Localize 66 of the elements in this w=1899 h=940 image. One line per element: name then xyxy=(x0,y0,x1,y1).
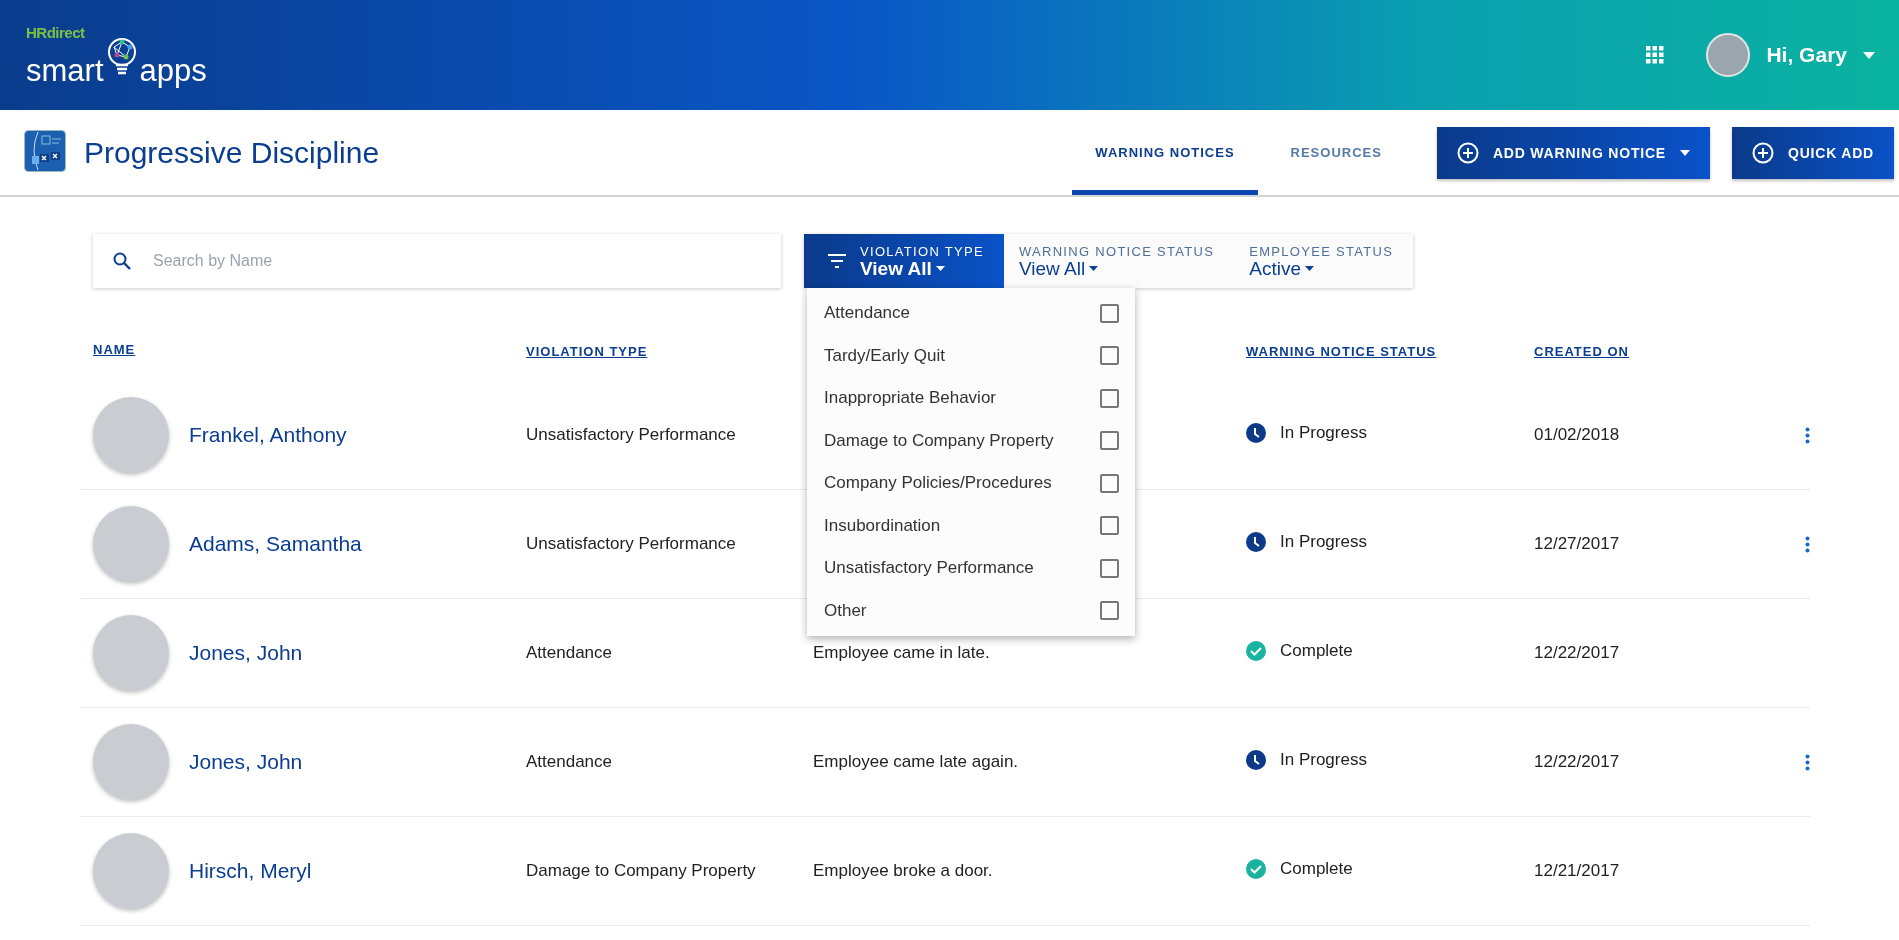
employee-name[interactable]: Frankel, Anthony xyxy=(189,423,347,447)
plus-circle-icon xyxy=(1752,141,1774,164)
menu-option[interactable]: Unsatisfactory Performance xyxy=(807,547,1135,590)
more-options-icon[interactable] xyxy=(1805,753,1810,771)
plus-circle-icon xyxy=(1456,141,1479,164)
checkbox[interactable] xyxy=(1100,431,1119,451)
table-cell: 12/27/2017 xyxy=(1534,534,1620,553)
checkbox[interactable] xyxy=(1100,303,1119,323)
avatar xyxy=(1706,33,1751,77)
column-header[interactable]: VIOLATION TYPE xyxy=(526,344,648,359)
employee-name[interactable]: Adams, Samantha xyxy=(189,532,362,556)
table-cell: Employee came late again. xyxy=(813,752,1019,771)
menu-option[interactable]: Insubordination xyxy=(807,504,1135,547)
more-options-icon[interactable] xyxy=(1805,535,1810,553)
tab[interactable]: WARNING NOTICES xyxy=(1072,110,1258,195)
filter-dropdown[interactable]: EMPLOYEE STATUS Active xyxy=(1234,234,1414,288)
column-header[interactable]: NAME xyxy=(93,342,136,357)
app-grid-icon[interactable] xyxy=(1646,46,1665,64)
menu-option[interactable]: Inappropriate Behavior xyxy=(807,377,1135,420)
tab[interactable]: RESOURCES xyxy=(1267,110,1405,195)
checkbox[interactable] xyxy=(1100,558,1119,578)
caret-icon xyxy=(1863,51,1875,59)
table-cell: Employee came in late. xyxy=(813,643,990,662)
caret-icon xyxy=(1089,266,1099,271)
status-text: In Progress xyxy=(1280,749,1367,770)
column-header[interactable]: WARNING NOTICE STATUS xyxy=(1246,344,1437,359)
checkbox[interactable] xyxy=(1100,601,1119,621)
table-cell: Unsatisfactory Performance xyxy=(526,425,736,444)
checkbox[interactable] xyxy=(1100,346,1119,366)
checkbox[interactable] xyxy=(1100,516,1119,536)
table-cell: Employee broke a door. xyxy=(813,861,993,880)
filter-dropdown[interactable]: WARNING NOTICE STATUS View All xyxy=(1003,234,1235,288)
table-cell: Unsatisfactory Performance xyxy=(526,534,736,553)
search-icon xyxy=(113,252,131,270)
status-text: Complete xyxy=(1280,858,1353,879)
checkbox[interactable] xyxy=(1100,473,1119,493)
add-button[interactable]: ADD WARNING NOTICE xyxy=(1436,126,1710,179)
add-button[interactable]: QUICK ADD xyxy=(1732,126,1894,179)
table-cell: Damage to Company Property xyxy=(526,861,756,880)
more-options-icon[interactable] xyxy=(1805,426,1810,444)
employee-name[interactable]: Hirsch, Meryl xyxy=(189,859,312,883)
table-cell: 01/02/2018 xyxy=(1534,425,1620,444)
menu-option[interactable]: Company Policies/Procedures xyxy=(807,462,1135,505)
employee-name[interactable]: Jones, John xyxy=(189,641,303,665)
column-header[interactable]: CREATED ON xyxy=(1534,344,1629,359)
menu-option[interactable]: Attendance xyxy=(807,292,1135,335)
caret-icon xyxy=(935,266,945,271)
status-text: In Progress xyxy=(1280,422,1367,443)
caret-icon xyxy=(1305,266,1314,271)
status-text: In Progress xyxy=(1280,531,1367,552)
app-title: Progressive Discipline xyxy=(84,135,380,170)
employee-name[interactable]: Jones, John xyxy=(189,750,303,774)
logo[interactable]: HRdirect smart apps xyxy=(26,24,207,86)
table-cell: Attendance xyxy=(526,752,612,771)
menu-option[interactable]: Damage to Company Property xyxy=(807,419,1135,462)
menu-option[interactable]: Tardy/Early Quit xyxy=(807,334,1135,377)
table-cell: 12/22/2017 xyxy=(1534,752,1620,771)
checkbox[interactable] xyxy=(1100,388,1119,408)
filter-dropdown[interactable]: VIOLATION TYPE View All xyxy=(804,234,1004,288)
menu-option[interactable]: Other xyxy=(807,589,1135,632)
table-cell: Attendance xyxy=(526,643,612,662)
filter-icon xyxy=(828,254,846,268)
table-cell: 12/21/2017 xyxy=(1534,861,1620,880)
search-field[interactable]: Search by Name xyxy=(93,234,781,288)
table-cell: 12/22/2017 xyxy=(1534,643,1620,662)
status-text: Complete xyxy=(1280,640,1353,661)
